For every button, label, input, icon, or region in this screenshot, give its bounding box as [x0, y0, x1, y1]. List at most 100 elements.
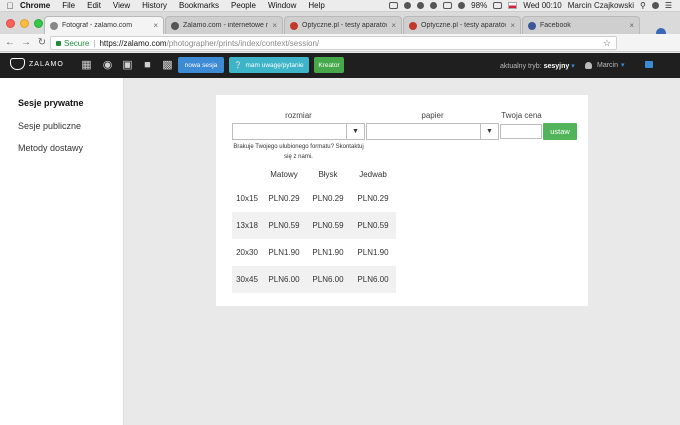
menu-help[interactable]: Help [308, 1, 324, 10]
paper-select[interactable]: ▼ [366, 123, 499, 140]
display-icon[interactable] [389, 2, 399, 9]
window-controls [6, 19, 43, 28]
tab-close-icon[interactable]: × [510, 21, 515, 30]
address-bar[interactable]: Secure | https://zalamo.com/photographer… [50, 36, 617, 50]
portrait-icon[interactable]: ■ [141, 59, 154, 72]
feedback-label: mam uwagę/pytanie [245, 61, 304, 69]
tab-title: Zalamo.com - internetowe nał [183, 22, 269, 29]
tab-close-icon[interactable]: × [272, 21, 277, 30]
new-session-button[interactable]: nowa sesja [178, 57, 224, 73]
zalamo-logo[interactable]: ZALAMO [10, 58, 64, 70]
chevron-down-icon: ▾ [621, 62, 625, 69]
price-cell: PLN0.59 [350, 212, 396, 239]
price-cell: PLN1.90 [357, 248, 389, 257]
menu-bookmarks[interactable]: Bookmarks [179, 1, 219, 10]
menu-chrome[interactable]: Chrome [20, 1, 50, 10]
film-icon[interactable]: ▦ [80, 59, 93, 72]
browser-tab-zalamo[interactable]: Zalamo.com - internetowe nał × [165, 16, 283, 34]
menu-view[interactable]: View [113, 1, 130, 10]
missing-note-line-1: Brakuje Twojego ulubionego formatu? Skon… [233, 144, 364, 150]
menu-edit[interactable]: Edit [87, 1, 101, 10]
feedback-button[interactable]: ❔ mam uwagę/pytanie [229, 57, 309, 73]
tab-close-icon[interactable]: × [629, 21, 634, 30]
apple-icon[interactable]:  [0, 1, 20, 11]
macos-menubar:  Chrome File Edit View History Bookmark… [0, 0, 680, 12]
size-cell: 30x45 [232, 266, 262, 293]
clock[interactable]: Wed 00:10 [523, 1, 562, 10]
table-header-row: Matowy Błysk Jedwab [232, 163, 396, 185]
browser-tab-optyczne-1[interactable]: Optyczne.pl - testy aparatów × [284, 16, 402, 34]
mode-switch[interactable]: aktualny tryb: sesyjny ▾ [500, 62, 575, 70]
fullscreen-window-icon[interactable] [34, 19, 43, 28]
minimize-window-icon[interactable] [20, 19, 29, 28]
question-icon: ❔ [234, 62, 243, 69]
back-icon[interactable]: ← [4, 37, 16, 48]
user-name: Marcin [597, 61, 619, 69]
user-icon [585, 61, 592, 69]
menu-file[interactable]: File [62, 1, 75, 10]
set-price-button[interactable]: ustaw [543, 123, 577, 140]
menu-window[interactable]: Window [268, 1, 296, 10]
menubar-user[interactable]: Marcin Czajkowski [568, 1, 634, 10]
logo-heart-icon [10, 58, 25, 70]
browser-tab-optyczne-2[interactable]: Optyczne.pl - testy aparatów × [403, 16, 521, 34]
tab-title: Facebook [540, 22, 571, 29]
notification-center-icon[interactable]: ☰ [665, 1, 672, 10]
sidebar-item-private-sessions[interactable]: Sesje prywatne [18, 98, 84, 108]
site-header: ZALAMO ▦ ◉ ▣ ■ ▩ nowa sesja ❔ mam uwagę/… [0, 53, 680, 78]
missing-note-line-2: się z nami. [284, 154, 313, 160]
close-window-icon[interactable] [6, 19, 15, 28]
gift-icon[interactable]: ▣ [121, 59, 134, 72]
table-row: 10x15 PLN0.29 PLN0.29 PLN0.29 [232, 185, 396, 212]
size-select[interactable]: ▼ [232, 123, 365, 140]
forward-icon[interactable]: → [20, 37, 32, 48]
header-cell-size [232, 163, 262, 185]
spotlight-icon[interactable]: ⚲ [640, 1, 646, 10]
status-icon[interactable] [404, 2, 412, 9]
sync-icon[interactable] [417, 2, 425, 9]
airplay-icon[interactable] [443, 2, 453, 9]
price-cell: PLN0.29 [312, 194, 344, 203]
wifi-icon[interactable] [430, 2, 438, 9]
tab-favicon-icon [409, 21, 417, 30]
tab-favicon-icon [528, 21, 536, 30]
browser-tab-fotograf[interactable]: Fotograf - zalamo.com × [44, 16, 164, 34]
price-table: Matowy Błysk Jedwab 10x15 PLN0.29 PLN0.2… [232, 163, 396, 293]
price-cell: PLN0.29 [268, 194, 300, 203]
address-separator: | [93, 38, 96, 48]
url-path: /photographer/prints/index/context/sessi… [166, 38, 320, 48]
price-label: Twoja cena [501, 111, 542, 120]
camera-icon[interactable]: ◉ [101, 59, 114, 72]
user-menu[interactable]: Marcin ▾ [585, 61, 625, 69]
creator-button[interactable]: Kreator [314, 57, 344, 73]
reload-icon[interactable]: ↻ [36, 37, 48, 48]
price-cell: PLN0.29 [357, 194, 389, 203]
battery-icon[interactable] [493, 2, 503, 9]
header-cell-gloss: Błysk [318, 169, 338, 179]
siri-icon[interactable] [651, 2, 659, 9]
price-cell: PLN6.00 [350, 266, 396, 293]
tab-close-icon[interactable]: × [153, 21, 158, 30]
printer-icon[interactable]: ▩ [161, 59, 174, 72]
price-cell: PLN1.90 [312, 248, 344, 257]
volume-icon[interactable] [458, 2, 466, 9]
tab-title: Fotograf - zalamo.com [62, 22, 133, 29]
tab-close-icon[interactable]: × [391, 21, 396, 30]
select-arrow-icon: ▼ [480, 124, 498, 139]
flag-icon[interactable] [508, 2, 518, 9]
menu-history[interactable]: History [142, 1, 167, 10]
sidebar-item-delivery-methods[interactable]: Metody dostawy [18, 143, 83, 153]
price-cell: PLN0.59 [306, 212, 350, 239]
menu-people[interactable]: People [231, 1, 256, 10]
battery-percent[interactable]: 98% [471, 1, 487, 10]
browser-tab-facebook[interactable]: Facebook × [522, 16, 640, 34]
size-cell: 20x30 [236, 248, 258, 257]
price-input[interactable] [500, 124, 542, 139]
tab-title: Optyczne.pl - testy aparatów [302, 22, 388, 29]
bookmark-star-icon[interactable]: ☆ [603, 38, 611, 49]
chat-icon[interactable] [645, 61, 653, 68]
sidebar-item-public-sessions[interactable]: Sesje publiczne [18, 121, 81, 131]
sidebar: Sesje prywatne Sesje publiczne Metody do… [0, 78, 124, 425]
price-cell: PLN6.00 [262, 266, 306, 293]
tab-favicon-icon [50, 21, 58, 30]
